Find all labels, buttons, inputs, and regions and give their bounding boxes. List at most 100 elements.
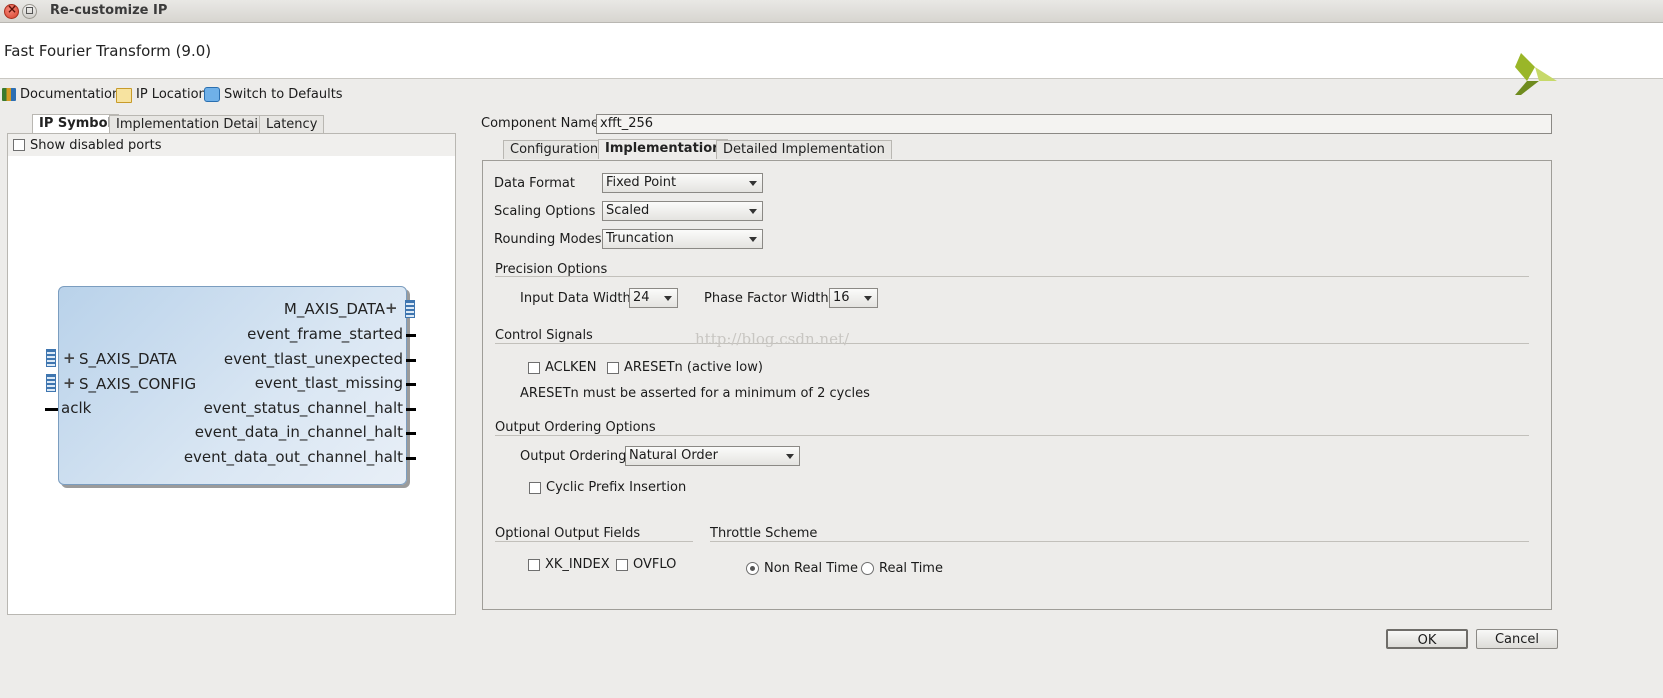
non-real-time-option[interactable]: Non Real Time — [746, 561, 858, 576]
non-real-time-label: Non Real Time — [764, 561, 859, 576]
aresetn-label: ARESETn (active low) — [624, 360, 763, 375]
pin-line — [406, 432, 416, 435]
switch-defaults-button[interactable]: Switch to Defaults — [204, 85, 343, 103]
port-event-tlast-unexpected: event_tlast_unexpected — [223, 350, 403, 368]
dialog-header: Fast Fourier Transform (9.0) — [0, 23, 1663, 95]
chevron-down-icon — [749, 181, 757, 186]
rounding-modes-value: Truncation — [606, 231, 674, 246]
scaling-options-value: Scaled — [606, 203, 650, 218]
real-time-option[interactable]: Real Time — [861, 561, 943, 576]
close-icon[interactable]: × — [4, 2, 19, 19]
output-ordering-select[interactable]: Natural Order — [625, 446, 800, 466]
output-ordering-value: Natural Order — [629, 448, 719, 463]
throttle-scheme-heading: Throttle Scheme — [710, 526, 818, 541]
aclken-label: ACLKEN — [545, 360, 597, 375]
expand-icon[interactable]: + — [63, 374, 76, 392]
control-signals-heading: Control Signals — [495, 328, 593, 343]
chevron-down-icon — [786, 454, 794, 459]
real-time-radio[interactable] — [861, 562, 874, 575]
output-ordering-heading: Output Ordering Options — [495, 420, 656, 435]
books-icon — [2, 87, 16, 101]
port-event-data-out-channel-halt: event_data_out_channel_halt — [183, 448, 403, 466]
cancel-button[interactable]: Cancel — [1476, 629, 1558, 649]
real-time-label: Real Time — [879, 561, 943, 576]
xk-index-label: XK_INDEX — [545, 557, 610, 572]
aresetn-checkbox[interactable] — [607, 361, 619, 374]
show-disabled-ports-checkbox[interactable] — [13, 139, 25, 151]
ip-location-button[interactable]: IP Location — [116, 85, 207, 103]
component-name-input[interactable]: xfft_256 — [596, 114, 1552, 134]
tab-implementation[interactable]: Implementation — [598, 139, 729, 159]
ip-symbol-panel: Show disabled ports M_AXIS_DATA + event_… — [7, 133, 456, 615]
port-event-frame-started: event_frame_started — [247, 325, 403, 343]
show-disabled-ports-toggle[interactable]: Show disabled ports — [8, 134, 455, 156]
window-title: Re-customize IP — [50, 3, 168, 18]
chevron-down-icon — [749, 237, 757, 242]
chevron-down-icon — [864, 296, 872, 301]
aresetn-option[interactable]: ARESETn (active low) — [607, 360, 763, 375]
ovflo-option[interactable]: OVFLO — [616, 557, 676, 572]
switch-defaults-label: Switch to Defaults — [224, 86, 343, 102]
cyclic-prefix-option[interactable]: Cyclic Prefix Insertion — [529, 480, 686, 495]
phase-factor-width-select[interactable]: 16 — [829, 288, 878, 308]
pin-line — [406, 359, 416, 362]
data-format-value: Fixed Point — [606, 175, 677, 190]
expand-icon[interactable]: + — [63, 349, 76, 367]
aclken-checkbox[interactable] — [528, 361, 540, 374]
tab-detailed-implementation[interactable]: Detailed Implementation — [716, 140, 892, 159]
aclken-option[interactable]: ACLKEN — [528, 360, 596, 375]
title-bar: × Re-customize IP — [0, 0, 1663, 23]
input-data-width-label: Input Data Width — [520, 291, 631, 306]
data-format-select[interactable]: Fixed Point — [602, 173, 763, 193]
chevron-down-icon — [749, 209, 757, 214]
port-event-status-channel-halt: event_status_channel_halt — [203, 399, 403, 417]
precision-options-heading: Precision Options — [495, 262, 608, 277]
implementation-panel — [482, 160, 1552, 610]
show-disabled-ports-label: Show disabled ports — [30, 137, 162, 153]
bus-interface-icon — [46, 374, 56, 392]
documentation-label: Documentation — [20, 86, 121, 102]
pin-line — [45, 408, 58, 411]
ovflo-label: OVFLO — [633, 557, 677, 572]
tab-configuration[interactable]: Configuration — [503, 140, 606, 159]
pin-line — [406, 408, 416, 411]
pin-line — [406, 383, 416, 386]
phase-factor-width-label: Phase Factor Width — [704, 291, 829, 306]
aresetn-note: ARESETn must be asserted for a minimum o… — [520, 386, 870, 401]
port-aclk: aclk — [61, 399, 92, 417]
ip-location-label: IP Location — [136, 86, 207, 102]
phase-factor-width-value: 16 — [833, 290, 850, 305]
port-event-tlast-missing: event_tlast_missing — [254, 374, 403, 392]
ovflo-checkbox[interactable] — [616, 558, 628, 571]
ok-button[interactable]: OK — [1386, 629, 1468, 649]
data-format-label: Data Format — [494, 176, 575, 191]
documentation-button[interactable]: Documentation — [2, 85, 120, 103]
divider — [710, 541, 1529, 542]
bus-interface-icon — [405, 300, 415, 318]
non-real-time-radio[interactable] — [746, 562, 759, 575]
tab-ip-symbol[interactable]: IP Symbol — [32, 114, 119, 134]
rounding-modes-label: Rounding Modes — [494, 232, 602, 247]
input-data-width-value: 24 — [633, 290, 650, 305]
rounding-modes-select[interactable]: Truncation — [602, 229, 763, 249]
output-ordering-label: Output Ordering — [520, 449, 627, 464]
input-data-width-select[interactable]: 24 — [629, 288, 678, 308]
scaling-options-select[interactable]: Scaled — [602, 201, 763, 221]
xk-index-option[interactable]: XK_INDEX — [528, 557, 610, 572]
xk-index-checkbox[interactable] — [528, 558, 540, 571]
divider — [495, 435, 1529, 436]
expand-icon[interactable]: + — [385, 299, 398, 317]
chevron-down-icon — [664, 296, 672, 301]
cyclic-prefix-checkbox[interactable] — [529, 481, 541, 494]
port-s-axis-config: S_AXIS_CONFIG — [79, 375, 197, 393]
cyclic-prefix-label: Cyclic Prefix Insertion — [546, 480, 687, 495]
divider — [495, 276, 1529, 277]
optional-output-fields-heading: Optional Output Fields — [495, 526, 641, 541]
bus-interface-icon — [46, 349, 56, 367]
port-event-data-in-channel-halt: event_data_in_channel_halt — [194, 423, 403, 441]
maximize-icon[interactable] — [22, 4, 37, 19]
tab-implementation-details[interactable]: Implementation Details — [109, 115, 276, 134]
scaling-options-label: Scaling Options — [494, 204, 596, 219]
tab-latency[interactable]: Latency — [259, 115, 325, 134]
ip-title: Fast Fourier Transform (9.0) — [4, 42, 212, 60]
